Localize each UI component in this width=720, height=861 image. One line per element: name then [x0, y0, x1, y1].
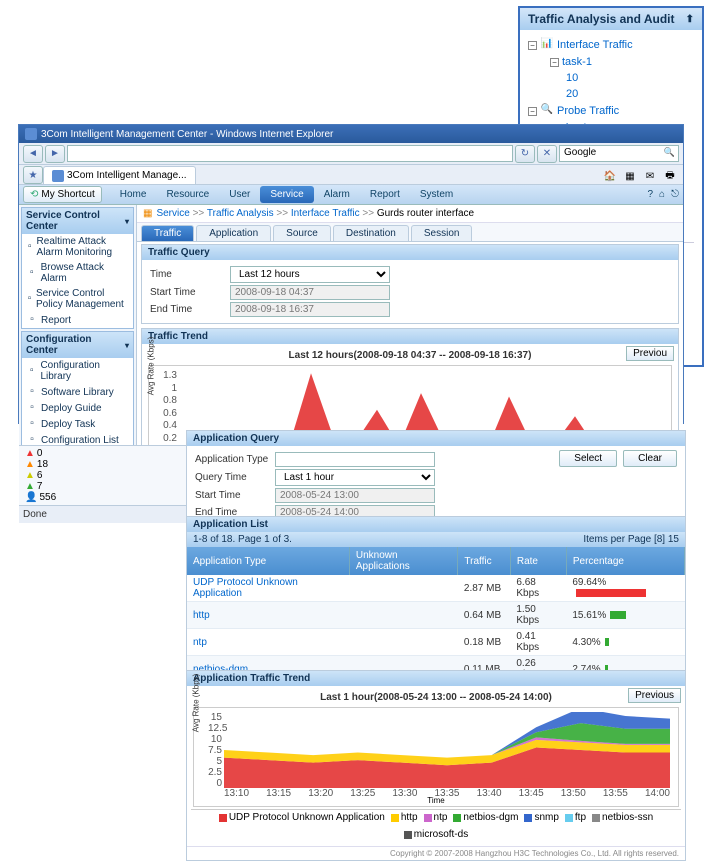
address-bar: ◄ ► ↻ ✕ Google [19, 143, 683, 165]
alarm-count[interactable]: ▲ 18 [25, 459, 56, 470]
window-titlebar: 3Com Intelligent Management Center - Win… [19, 125, 683, 143]
table-row[interactable]: UDP Protocol Unknown Application2.87 MB6… [187, 575, 685, 602]
back-button[interactable]: ◄ [23, 145, 43, 163]
column-header[interactable]: Traffic [458, 547, 510, 575]
application-trend-section: Application Traffic Trend Last 1 hour(20… [186, 670, 686, 861]
sidebar-item[interactable]: ▫Configuration List [22, 432, 133, 445]
nav-report[interactable]: Report [360, 186, 410, 203]
nav-alarm[interactable]: Alarm [314, 186, 360, 203]
breadcrumb-icon: ▦ [143, 208, 152, 219]
breadcrumb-item[interactable]: Service [156, 208, 189, 219]
window-title: 3Com Intelligent Management Center - Win… [41, 129, 333, 140]
app-icon [25, 128, 37, 140]
breadcrumb: ▦ Service >> Traffic Analysis >> Interfa… [137, 205, 683, 223]
sidebar-item[interactable]: ▫Realtime Attack Alarm Monitoring [22, 234, 133, 260]
mail-icon[interactable]: ✉ [641, 168, 659, 184]
home-icon[interactable]: 🏠 [601, 168, 619, 184]
column-header[interactable]: Percentage [566, 547, 684, 575]
sidebar-item[interactable]: ▫Browse Attack Alarm [22, 260, 133, 286]
previous-button[interactable]: Previous [628, 688, 681, 703]
feed-icon[interactable]: ▦ [621, 168, 639, 184]
start-time-input [230, 285, 390, 300]
panel-title[interactable]: Traffic Analysis and Audit [520, 8, 702, 30]
nav-system[interactable]: System [410, 186, 463, 203]
tree-node[interactable]: 20 [528, 86, 694, 102]
panel-header[interactable]: Service Control Center [22, 208, 133, 234]
browser-window: 3Com Intelligent Management Center - Win… [18, 124, 684, 424]
refresh-button[interactable]: ↻ [515, 145, 535, 163]
app-trend-chart: Avg Rate (Kbps) 1512.5107.552.50 13:1013… [193, 707, 679, 807]
url-input[interactable] [67, 145, 513, 162]
nav-resource[interactable]: Resource [156, 186, 219, 203]
chart-title: Last 12 hours(2008-09-18 04:37 -- 2008-0… [146, 348, 674, 363]
column-header[interactable]: Application Type [187, 547, 349, 575]
help-icon[interactable]: ? [647, 189, 653, 200]
breadcrumb-item: Gurds router interface [377, 208, 474, 219]
breadcrumb-item[interactable]: Traffic Analysis [207, 208, 274, 219]
favorites-icon[interactable]: ★ [23, 166, 43, 184]
section-title: Traffic Query [142, 245, 678, 260]
tab-source[interactable]: Source [273, 225, 331, 241]
imc-topbar: My Shortcut HomeResourceUserServiceAlarm… [19, 185, 683, 205]
sidebar-item[interactable]: ▫Deploy Task [22, 416, 133, 432]
alarm-count[interactable]: ▲ 6 [25, 470, 56, 481]
print-icon[interactable]: 🖶 [661, 168, 679, 184]
select-button[interactable]: Select [559, 450, 617, 467]
traffic-trend-section: Traffic Trend Last 12 hours(2008-09-18 0… [141, 328, 679, 445]
nav-service[interactable]: Service [260, 186, 313, 203]
alarm-count[interactable]: ▲ 0 [25, 448, 56, 459]
nav-user[interactable]: User [219, 186, 260, 203]
query-time-select[interactable]: Last 1 hour [275, 469, 435, 486]
tab-application[interactable]: Application [196, 225, 271, 241]
tree-node[interactable]: −🔍Probe Traffic [528, 102, 694, 120]
sidebar: Service Control Center▫Realtime Attack A… [19, 205, 137, 445]
breadcrumb-item[interactable]: Interface Traffic [291, 208, 360, 219]
application-query-section: Application Query Application Type Query… [186, 430, 686, 527]
time-select[interactable]: Last 12 hours [230, 266, 390, 283]
clear-button[interactable]: Clear [623, 450, 677, 467]
logout-icon[interactable]: ⎋ [671, 189, 679, 200]
browser-tab[interactable]: 3Com Intelligent Manage... [43, 166, 196, 184]
sidebar-item[interactable]: ▫Configuration Library [22, 358, 133, 384]
tab-session[interactable]: Session [411, 225, 473, 241]
items-per-page[interactable]: Items per Page [8] 15 [583, 534, 679, 545]
sidebar-item[interactable]: ▫Report [22, 312, 133, 328]
nav-home[interactable]: Home [110, 186, 157, 203]
alarm-count[interactable]: ▲ 7 [25, 481, 56, 492]
column-header[interactable]: Rate [510, 547, 566, 575]
previous-button[interactable]: Previou [626, 346, 674, 361]
forward-button[interactable]: ► [45, 145, 65, 163]
sidebar-item[interactable]: ▫Deploy Guide [22, 400, 133, 416]
app-type-input[interactable] [275, 452, 435, 467]
tree-node[interactable]: −📊Interface Traffic [528, 36, 694, 54]
table-row[interactable]: http0.64 MB1.50 Kbps15.61% [187, 602, 685, 629]
app-start-input [275, 488, 435, 503]
tab-bar: ★ 3Com Intelligent Manage... 🏠 ▦ ✉ 🖶 [19, 165, 683, 185]
tab-destination[interactable]: Destination [333, 225, 409, 241]
search-input[interactable]: Google [559, 145, 679, 162]
sidebar-item[interactable]: ▫Service Control Policy Management [22, 286, 133, 312]
tree-node[interactable]: 10 [528, 70, 694, 86]
my-shortcut-button[interactable]: My Shortcut [23, 186, 102, 203]
tab-icon [52, 170, 64, 182]
sidebar-item[interactable]: ▫Software Library [22, 384, 133, 400]
panel-header[interactable]: Configuration Center [22, 332, 133, 358]
column-header[interactable]: Unknown Applications [349, 547, 458, 575]
traffic-query-section: Traffic Query Time Last 12 hours Start T… [141, 244, 679, 324]
alarm-count[interactable]: 👤 556 [25, 492, 56, 503]
stop-button[interactable]: ✕ [537, 145, 557, 163]
table-row[interactable]: ntp0.18 MB0.41 Kbps4.30% [187, 629, 685, 656]
main-content: ▦ Service >> Traffic Analysis >> Interfa… [137, 205, 683, 445]
end-time-input [230, 302, 390, 317]
notify-icon[interactable]: ⌂ [659, 189, 665, 200]
tab-traffic[interactable]: Traffic [141, 225, 194, 241]
tree-node[interactable]: −task-1 [528, 54, 694, 70]
